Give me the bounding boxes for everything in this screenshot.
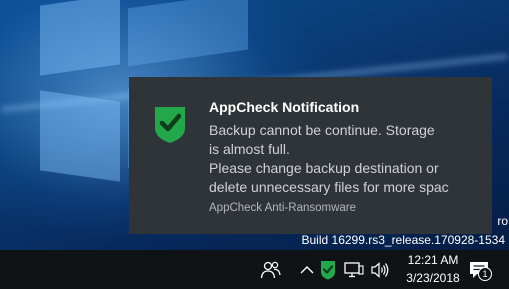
wallpaper-window-pane — [40, 90, 120, 182]
toast-attribution: AppCheck Anti-Ransomware — [209, 202, 357, 214]
toast-title: AppCheck Notification — [209, 99, 360, 115]
people-icon[interactable] — [260, 260, 282, 280]
build-watermark: Build 16299.rs3_release.170928-1534 — [301, 233, 506, 247]
network-icon[interactable] — [344, 262, 364, 278]
notification-count-badge: 1 — [478, 267, 492, 281]
toast-message-line: Backup cannot be continue. Storage — [209, 122, 435, 138]
appcheck-shield-icon — [155, 107, 185, 143]
toast-message-line: is almost full. — [209, 141, 290, 157]
chevron-up-icon[interactable] — [299, 262, 315, 278]
toast-message: Backup cannot be continue. Storage is al… — [209, 121, 492, 197]
toast-message-line: delete unnecessary files for more spac — [209, 179, 449, 195]
wallpaper-window-pane — [40, 0, 120, 76]
clock-time: 12:21 AM — [407, 253, 459, 267]
toast-message-line: Please change backup destination or — [209, 160, 439, 176]
appcheck-tray-icon[interactable] — [320, 260, 336, 280]
volume-icon[interactable] — [370, 261, 390, 279]
taskbar: 12:21 AM 3/23/2018 — [0, 250, 509, 289]
toast-notification[interactable]: AppCheck Notification Backup cannot be c… — [129, 77, 492, 234]
clock-date: 3/23/2018 — [406, 271, 460, 285]
taskbar-clock[interactable]: 12:21 AM 3/23/2018 — [406, 250, 460, 289]
wallpaper-window-pane — [128, 0, 248, 67]
